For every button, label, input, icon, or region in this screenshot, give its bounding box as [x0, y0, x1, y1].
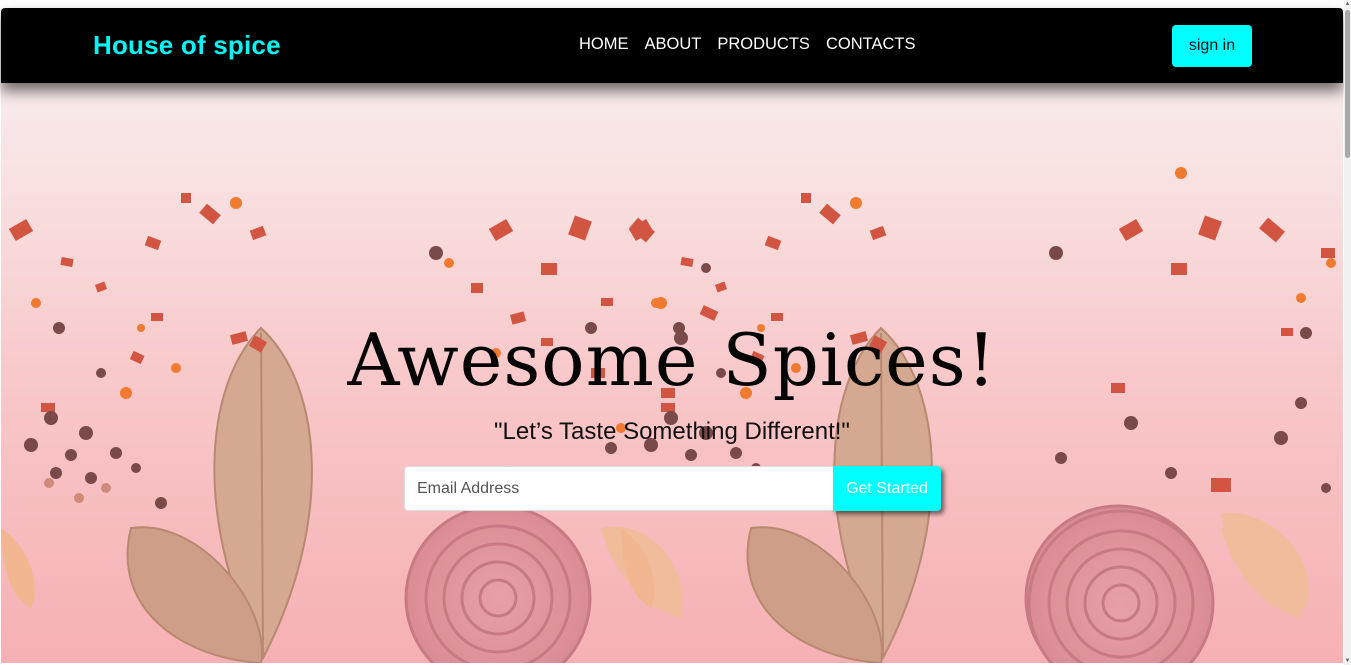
hero-subtitle: "Let’s Taste Something Different!"	[494, 418, 850, 445]
scroll-down-arrow-icon[interactable]: ▼	[1344, 657, 1351, 665]
hero-title: Awesome Spices!	[347, 318, 997, 402]
nav-link-home[interactable]: HOME	[579, 35, 629, 54]
sign-in-button[interactable]: sign in	[1172, 25, 1252, 67]
nav-link-contacts[interactable]: CONTACTS	[826, 35, 916, 54]
email-signup-form: Get Started	[404, 466, 941, 511]
onion-slice-icon	[404, 504, 592, 663]
scroll-up-arrow-icon[interactable]: ▲	[1344, 0, 1351, 8]
scrollbar-thumb[interactable]	[1345, 10, 1350, 158]
browser-top-strip	[0, 0, 1351, 8]
get-started-button[interactable]: Get Started	[833, 466, 941, 511]
top-navbar: House of spice HOME ABOUT PRODUCTS CONTA…	[1, 8, 1343, 83]
page: House of spice HOME ABOUT PRODUCTS CONTA…	[0, 0, 1351, 665]
nav-link-products[interactable]: PRODUCTS	[717, 35, 810, 54]
main-nav: HOME ABOUT PRODUCTS CONTACTS	[579, 35, 915, 54]
email-input[interactable]	[404, 466, 833, 511]
garlic-clove-icon	[1, 528, 35, 608]
vertical-scrollbar[interactable]: ▲ ▼	[1344, 0, 1351, 665]
nav-link-about[interactable]: ABOUT	[645, 35, 702, 54]
brand-logo[interactable]: House of spice	[93, 30, 281, 61]
